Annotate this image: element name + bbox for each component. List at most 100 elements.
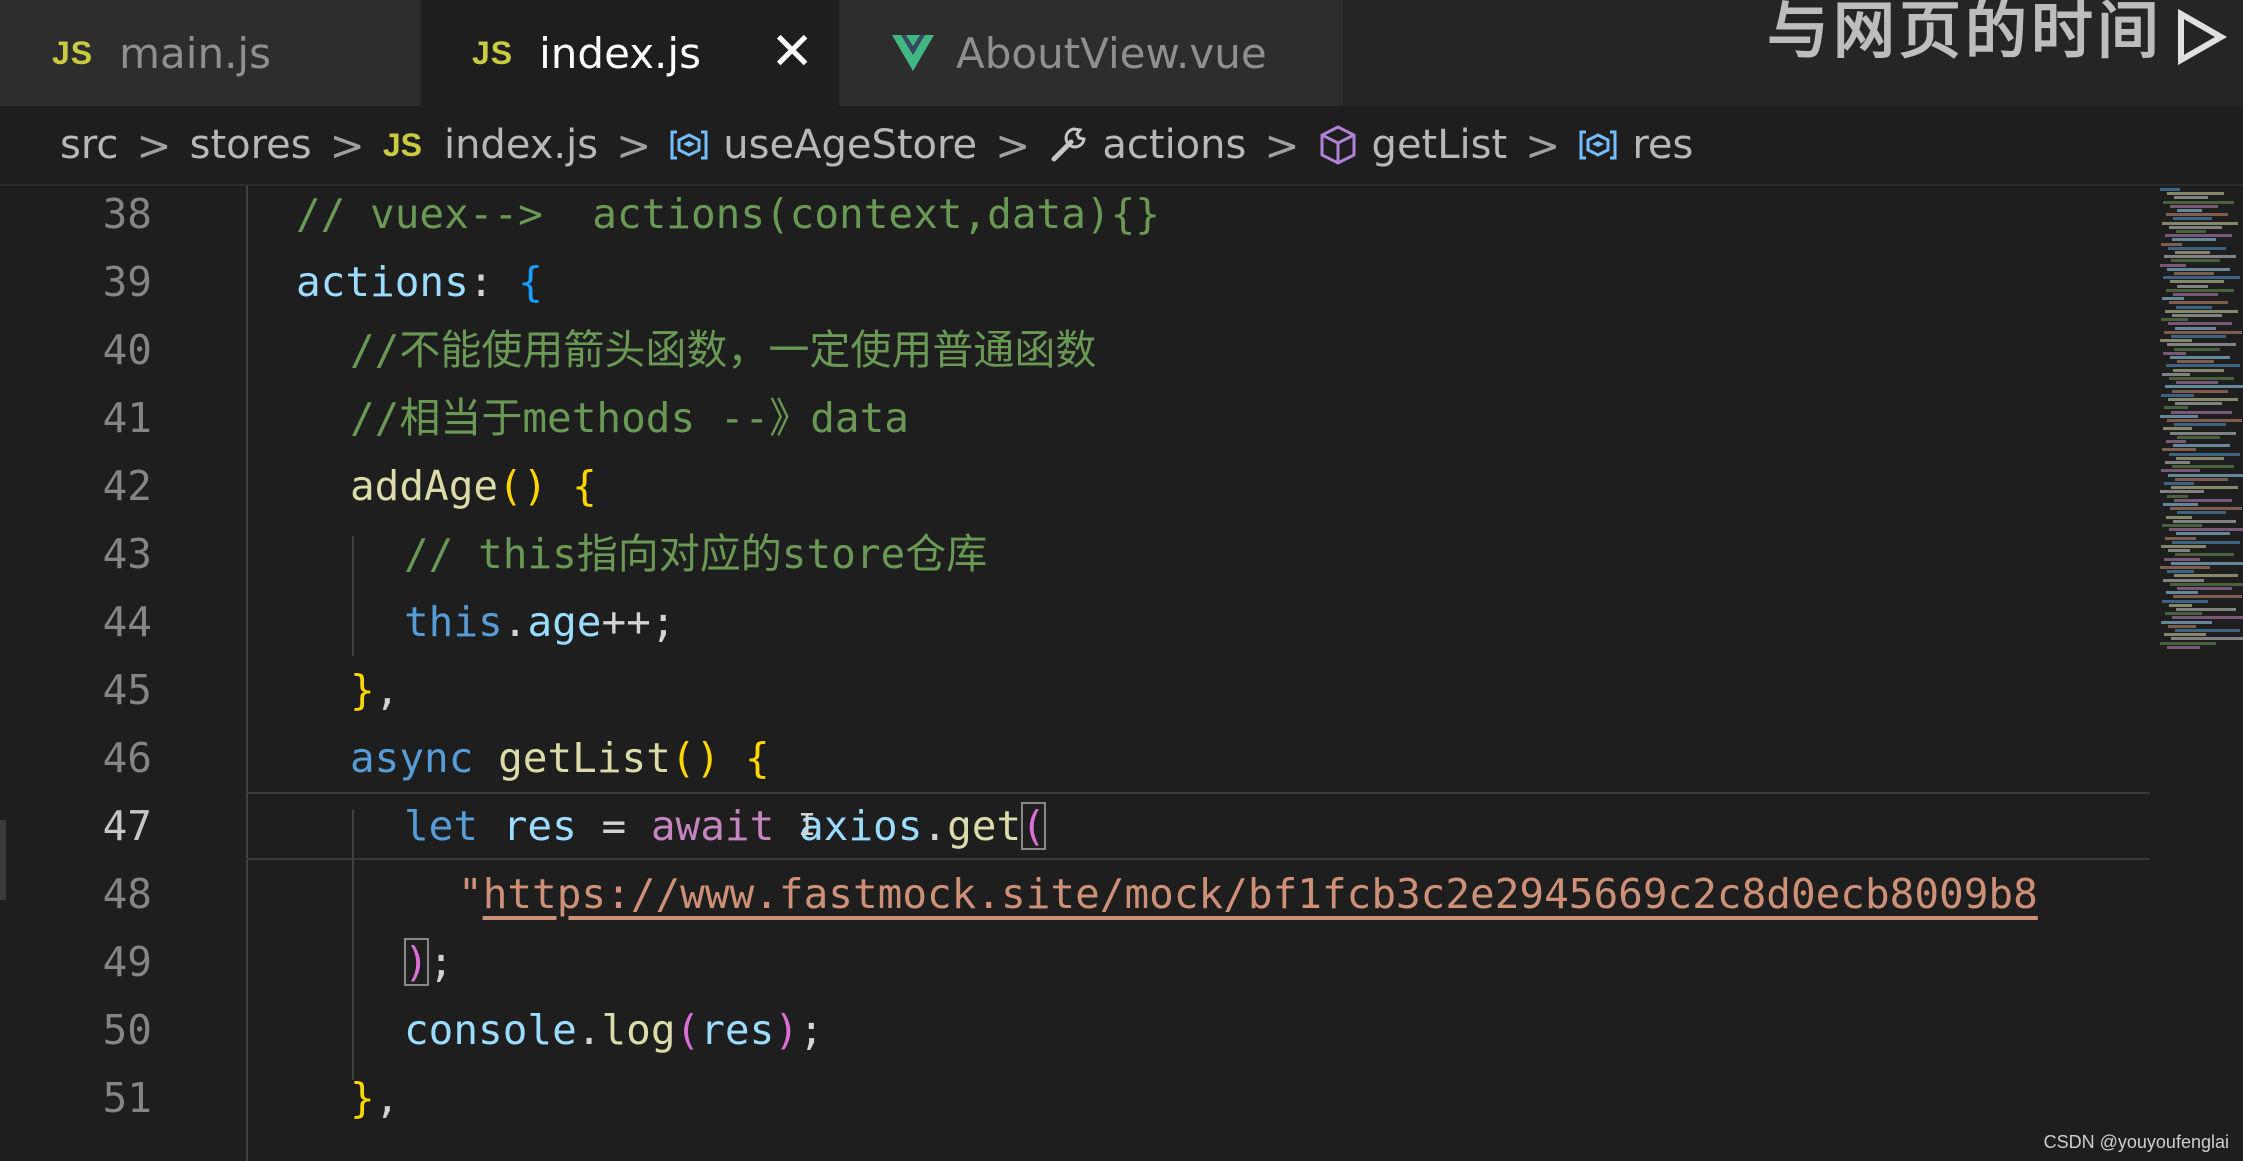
breadcrumb-item-useagestore[interactable]: useAgeStore [669,122,977,168]
breadcrumb-item-getlist[interactable]: getList [1318,122,1507,168]
breadcrumb-separator: > [329,120,365,170]
tab-main-js[interactable]: JS main.js [0,0,422,106]
code-line[interactable]: 49); [0,928,2150,996]
code-line[interactable]: 48 "https://www.fastmock.site/mock/bf1fcb… [0,860,2150,928]
line-number: 49 [102,938,152,986]
code-token: getList [498,734,671,782]
code-text: async getList() { [350,724,770,792]
minimap-line [2175,553,2234,557]
minimap-line [2161,242,2182,246]
variable-icon [669,128,709,162]
code-token: () [670,734,721,782]
code-token: addAge [350,462,499,510]
code-text: "https://www.fastmock.site/mock/bf1fcb3c… [458,860,2038,928]
code-text: addAge() { [350,452,597,520]
code-line[interactable]: 40 //不能使用箭头函数，一定使用普通函数 [0,316,2150,384]
minimap-line [2167,419,2242,422]
code-token: , [374,1074,400,1122]
minimap-line [2172,238,2216,242]
minimap-line [2170,204,2218,208]
code-token: : [468,258,519,306]
code-line[interactable]: 38 // vuex--> actions(context,data){} [0,186,2150,248]
code-line[interactable]: 41 //相当于methods --》data [0,384,2150,452]
minimap-line [2175,402,2222,406]
breadcrumb-item-stores[interactable]: stores [190,122,312,168]
code-line[interactable]: 45}, [0,656,2150,724]
breadcrumb-item-index-js[interactable]: JS index.js [383,122,598,168]
code-editor[interactable]: 38 // vuex--> actions(context,data){} 39 ac… [0,186,2150,1161]
code-token: actions [296,258,469,306]
minimap-line [2176,381,2218,385]
minimap-line [2165,536,2196,540]
minimap-line [2171,486,2238,490]
minimap-line [2169,528,2243,532]
tab-index-js[interactable]: JS index.js ✕ [422,0,840,106]
code-token: = [576,802,651,850]
minimap-line [2165,234,2232,238]
minimap-line [2168,246,2226,250]
breadcrumb-item-src[interactable]: src [60,122,118,168]
minimap-line [2172,389,2228,393]
code-line[interactable]: 47 let res = await axios.get( [0,792,2150,860]
minimap[interactable] [2150,186,2243,1161]
minimap-line [2164,557,2200,561]
minimap-line [2166,288,2234,292]
code-token: await [650,802,775,850]
code-text: }, [350,1064,399,1132]
close-icon[interactable]: ✕ [770,22,814,82]
breadcrumb-separator: > [995,120,1031,170]
line-number: 47 [102,802,152,850]
code-line[interactable]: 51}, [0,1064,2150,1132]
minimap-line [2166,440,2186,443]
code-line[interactable]: 42 addAge() { [0,452,2150,520]
minimap-line [2161,393,2194,397]
minimap-line [2173,519,2236,523]
minimap-line [2177,511,2226,515]
code-line[interactable]: 46 async getList() { [0,724,2150,792]
minimap-line [2171,410,2232,414]
minimap-line [2171,335,2226,338]
code-token: //相当于methods --》data [350,394,909,442]
minimap-line [2172,616,2243,620]
minimap-line [2167,267,2230,271]
line-number: 38 [102,190,152,238]
text-cursor-icon: I [798,808,817,843]
tab-label: main.js [119,28,271,78]
line-number: 50 [102,1006,152,1054]
gutter-stripe [0,820,6,900]
code-text: // vuex--> actions(context,data){} [296,186,1160,248]
js-file-icon: JS [382,126,422,163]
tab-aboutview-vue[interactable]: AboutView.vue [840,0,1345,106]
minimap-line [2169,225,2222,229]
minimap-line [2175,326,2216,330]
code-text: }, [350,656,399,724]
minimap-line [2160,490,2204,494]
code-line[interactable]: 43 // this指向对应的store仓库 [0,520,2150,588]
js-file-icon: JS [52,34,94,71]
code-line[interactable]: 50 console.log(res); [0,996,2150,1064]
code-token: () [498,462,548,510]
minimap-line [2161,318,2188,322]
breadcrumb-item-res[interactable]: res [1578,122,1693,168]
line-number: 41 [102,394,152,442]
minimap-line [2160,641,2216,645]
minimap-line [2164,406,2188,410]
minimap-line [2173,217,2212,221]
code-line[interactable]: 44 this.age++; [0,588,2150,656]
minimap-line [2177,360,2214,364]
minimap-line [2160,566,2210,569]
minimap-line [2167,343,2236,347]
play-icon[interactable] [2171,2,2231,76]
minimap-line [2163,503,2198,506]
minimap-line [2167,494,2188,498]
breadcrumb-separator: > [136,120,172,170]
code-token: ; [428,938,454,986]
breadcrumb-item-actions[interactable]: actions [1048,122,1246,168]
minimap-line [2162,524,2202,527]
code-line[interactable]: 39 actions: { [0,248,2150,316]
code-token: ++; [601,598,676,646]
minimap-line [2173,368,2224,372]
line-number: 42 [102,462,152,510]
